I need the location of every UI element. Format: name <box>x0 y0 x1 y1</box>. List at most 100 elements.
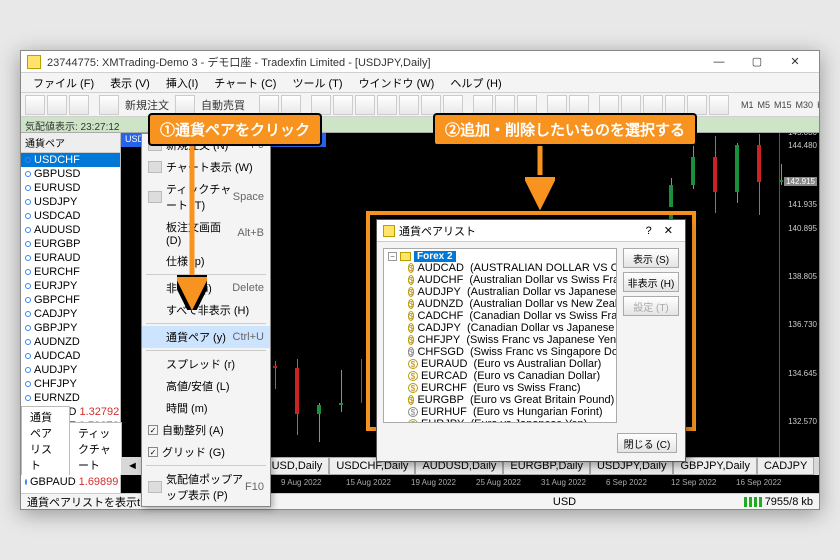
auto-trade-button[interactable]: 自動売買 <box>197 97 249 113</box>
arrow-icon[interactable] <box>443 95 463 115</box>
context-menu-item[interactable]: ✓自動整列 (A) <box>142 419 270 441</box>
tile-icon[interactable] <box>599 95 619 115</box>
help-button[interactable]: ? <box>640 225 658 237</box>
menu-item[interactable]: ファイル (F) <box>25 73 102 93</box>
cursor-icon[interactable] <box>259 95 279 115</box>
zoom-in-icon[interactable] <box>547 95 567 115</box>
context-menu-item[interactable]: 時間 (m) <box>142 397 270 419</box>
symbol-row[interactable]: EURCHF <box>21 265 120 279</box>
chart-tab[interactable]: CADJPY <box>757 457 814 475</box>
tree-item[interactable]: $CADJPY (Canadian Dollar vs Japanese Yen… <box>386 322 614 334</box>
y-tick: 136.730 <box>788 320 817 329</box>
symbol-row[interactable]: USDCAD <box>21 209 120 223</box>
tree-item[interactable]: $EURHUF (Euro vs Hungarian Forint) <box>386 406 614 418</box>
indicator-icon[interactable] <box>665 95 685 115</box>
symbol-row[interactable]: CADJPY <box>21 307 120 321</box>
tool-icon[interactable] <box>99 95 119 115</box>
symbol-row[interactable]: USDCHF <box>21 153 120 167</box>
symbol-row[interactable]: GBPUSD <box>21 167 120 181</box>
properties-button[interactable]: 設定 (T) <box>623 296 679 316</box>
symbol-list-dialog: 通貨ペアリスト ? ✕ −Forex 2$AUDCAD (AUSTRALIAN … <box>376 219 686 462</box>
symbol-row[interactable]: EURGBP <box>21 237 120 251</box>
y-tick: 138.805 <box>788 272 817 281</box>
tree-item[interactable]: $EURAUD (Euro vs Australian Dollar) <box>386 358 614 370</box>
symbol-row[interactable]: CHFJPY <box>21 377 120 391</box>
symbol-row[interactable]: EURJPY <box>21 279 120 293</box>
tool-icon[interactable] <box>175 95 195 115</box>
menu-item[interactable]: ヘルプ (H) <box>442 73 509 93</box>
dialog-close-button[interactable]: ✕ <box>658 224 679 237</box>
context-menu-item[interactable]: 気配値ポップアップ表示 (P)F10 <box>142 468 270 506</box>
menu-item[interactable]: 挿入(I) <box>158 73 206 93</box>
tree-item[interactable]: $AUDJPY (Australian Dollar vs Japanese Y… <box>386 286 614 298</box>
tree-item[interactable]: $AUDCAD (AUSTRALIAN DOLLAR VS CANADIAN D… <box>386 262 614 274</box>
scroll-icon[interactable] <box>643 95 663 115</box>
tree-item[interactable]: $CHFJPY (Swiss Franc vs Japanese Yen) <box>386 334 614 346</box>
symbol-row[interactable]: EURNZD <box>21 391 120 405</box>
context-menu-item[interactable]: 高値/安値 (L) <box>142 375 270 397</box>
symbol-row[interactable]: AUDUSD <box>21 223 120 237</box>
close-dialog-button[interactable]: 閉じる (C) <box>617 433 677 453</box>
symbol-row[interactable]: GBPAUD1.69899 1.69970 <box>21 475 120 489</box>
context-menu-item[interactable]: ✓グリッド (G) <box>142 441 270 463</box>
symbol-row[interactable]: EURAUD <box>21 251 120 265</box>
hline-icon[interactable] <box>333 95 353 115</box>
tool-icon[interactable] <box>69 95 89 115</box>
vline-icon[interactable] <box>311 95 331 115</box>
callout-2: ②追加・削除したいものを選択する <box>435 115 695 144</box>
menu-item[interactable]: チャート (C) <box>206 73 284 93</box>
tree-item[interactable]: $CADCHF (Canadian Dollar vs Swiss Franc) <box>386 310 614 322</box>
new-order-button[interactable]: 新規注文 <box>121 97 173 113</box>
zoom-out-icon[interactable] <box>569 95 589 115</box>
hide-button[interactable]: 非表示 (H) <box>623 272 679 292</box>
context-menu-item[interactable]: スプレッド (r) <box>142 353 270 375</box>
line-chart-icon[interactable] <box>517 95 537 115</box>
timeframe-button[interactable]: M1 <box>739 100 756 110</box>
tree-item[interactable]: $AUDCHF (Australian Dollar vs Swiss Fran… <box>386 274 614 286</box>
tree-item[interactable]: $CHFSGD (Swiss Franc vs Singapore Dollar… <box>386 346 614 358</box>
period-icon[interactable] <box>687 95 707 115</box>
menu-item[interactable]: ウインドウ (W) <box>351 73 443 93</box>
currency-icon: $ <box>408 395 414 405</box>
timeframe-button[interactable]: H1 <box>815 100 819 110</box>
timeframe-button[interactable]: M15 <box>772 100 794 110</box>
tree-item[interactable]: $EURGBP (Euro vs Great Britain Pound) <box>386 394 614 406</box>
crosshair-icon[interactable] <box>281 95 301 115</box>
tree-item[interactable]: $EURCHF (Euro vs Swiss Franc) <box>386 382 614 394</box>
symbol-tree[interactable]: −Forex 2$AUDCAD (AUSTRALIAN DOLLAR VS CA… <box>383 248 617 423</box>
tree-item[interactable]: $EURJPY (Euro vs Japanese Yen) <box>386 418 614 423</box>
symbol-row[interactable]: GBPJPY <box>21 321 120 335</box>
tree-item[interactable]: $EURCAD (Euro vs Canadian Dollar) <box>386 370 614 382</box>
menu-item[interactable]: ツール (T) <box>284 73 350 93</box>
fibo-icon[interactable] <box>399 95 419 115</box>
symbol-row[interactable]: AUDNZD <box>21 335 120 349</box>
mw-tab[interactable]: ティックチャート <box>69 422 122 475</box>
maximize-button[interactable]: ▢ <box>739 53 775 71</box>
context-menu-item[interactable]: 通貨ペア (y)Ctrl+U <box>142 326 270 348</box>
template-icon[interactable] <box>709 95 729 115</box>
tree-item[interactable]: $AUDNZD (Australian Dollar vs New Zealan… <box>386 298 614 310</box>
tool-icon[interactable] <box>47 95 67 115</box>
symbol-row[interactable]: USDJPY <box>21 195 120 209</box>
timeframe-button[interactable]: M5 <box>756 100 773 110</box>
shift-icon[interactable] <box>621 95 641 115</box>
text-icon[interactable] <box>421 95 441 115</box>
trendline-icon[interactable] <box>355 95 375 115</box>
minimize-button[interactable]: — <box>701 53 737 71</box>
channel-icon[interactable] <box>377 95 397 115</box>
candle-chart-icon[interactable] <box>495 95 515 115</box>
tool-icon[interactable] <box>25 95 45 115</box>
timeframe-button[interactable]: M30 <box>794 100 816 110</box>
menu-item[interactable]: 表示 (V) <box>102 73 158 93</box>
symbol-row[interactable]: AUDCAD <box>21 349 120 363</box>
candle <box>317 403 321 442</box>
symbol-row[interactable]: EURUSD <box>21 181 120 195</box>
close-button[interactable]: ✕ <box>777 53 813 71</box>
bar-chart-icon[interactable] <box>473 95 493 115</box>
show-button[interactable]: 表示 (S) <box>623 248 679 268</box>
symbol-row[interactable]: AUDJPY <box>21 363 120 377</box>
symbol-row[interactable]: GBPCHF <box>21 293 120 307</box>
tree-root[interactable]: −Forex 2 <box>386 251 614 262</box>
mw-tab[interactable]: 通貨ペアリスト <box>21 406 70 475</box>
collapse-icon[interactable]: − <box>388 252 397 261</box>
